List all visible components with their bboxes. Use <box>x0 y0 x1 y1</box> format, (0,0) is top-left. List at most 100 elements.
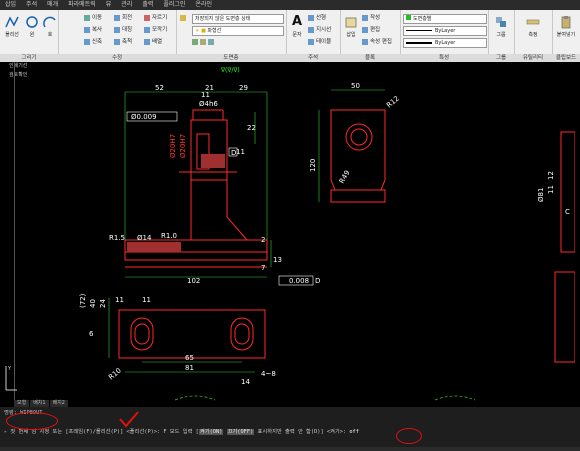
lineweight-combo-label: ByLayer <box>435 40 456 46</box>
create-block-icon <box>362 14 368 21</box>
dim-24: 24 <box>99 299 107 308</box>
drawing-canvas[interactable]: 인쇄기선 검토확인 ∇(∇/∇) 52 21 29 11 Ø4h6 22 11 … <box>0 62 580 407</box>
ribbon-panel: 폴리선 원 호 그리기 이동 회전 자르기 복사 대칭 모깍기 신축 축척 배열… <box>0 10 580 62</box>
layer-state-combo[interactable]: 저장되지 않은 도면층 상태 <box>192 14 284 24</box>
draw-group: 폴리선 원 호 그리기 <box>0 10 59 62</box>
ribbon-tab-parametric[interactable]: 파라메트릭 <box>63 0 101 10</box>
polyline-button[interactable]: 폴리선 <box>2 13 22 49</box>
measure-icon <box>526 19 540 25</box>
ribbon-tab-annotate[interactable]: 주석 <box>21 0 42 10</box>
dim-20h7b: Ø20H7 <box>179 134 187 158</box>
stretch-button[interactable]: 신축 <box>84 38 102 47</box>
table-button[interactable]: 테이블 <box>308 38 331 47</box>
command-input[interactable]: off <box>349 429 359 435</box>
dim-14-bottom: 14 <box>241 378 250 386</box>
mirror-button[interactable]: 대칭 <box>114 26 132 35</box>
flatness-datum: D <box>315 277 320 285</box>
ribbon-tab-insert[interactable]: 삽입 <box>0 0 21 10</box>
leader-icon <box>308 26 314 33</box>
dim-r10-bottom: R10 <box>107 367 123 382</box>
command-line[interactable]: ▸ 첫 번째 점 지정 또는 [프레임(F)/폴리선(P)] <폴리선(P)>:… <box>0 417 580 447</box>
layer-tools-row[interactable] <box>192 38 216 47</box>
trim-button[interactable]: 자르기 <box>144 14 167 23</box>
dim-13: 13 <box>273 256 282 264</box>
dim-7: 7 <box>261 264 265 272</box>
paste-button[interactable]: 붙여넣기 <box>556 13 576 49</box>
array-label: 배열 <box>152 39 163 45</box>
dim-102: 102 <box>187 277 200 285</box>
command-prompt: ▸ 첫 번째 점 지정 또는 [프레임(F)/폴리선(P)] <폴리선(P)>:… <box>4 427 359 435</box>
insert-block-label: 삽입 <box>346 32 356 38</box>
dim-14: Ø14 <box>137 234 152 242</box>
dim-50: 50 <box>351 82 360 90</box>
ribbon-tab-param[interactable]: 매개 <box>42 0 63 10</box>
dim-81: 81 <box>185 364 194 372</box>
attr-edit-button[interactable]: 속성 편집 <box>362 38 392 47</box>
current-layer-combo[interactable]: ☀ ■ 파형선 <box>192 26 284 36</box>
dim-r49: R49 <box>338 169 352 185</box>
attr-edit-icon <box>362 38 368 45</box>
dim-r10: R1.0 <box>161 232 177 240</box>
dim-81-right: Ø81 <box>537 188 545 202</box>
dim-linear-icon <box>308 14 314 21</box>
insert-block-button[interactable]: 삽입 <box>341 13 361 49</box>
fillet-icon <box>144 26 150 33</box>
ribbon-tab-view[interactable]: 뷰 <box>101 0 117 10</box>
model-viewport[interactable]: ∇(∇/∇) 52 21 29 11 Ø4h6 22 11 Ø0.009 D Ø… <box>14 62 576 407</box>
right-view <box>554 131 576 363</box>
text-button[interactable]: A 문자 <box>287 13 307 49</box>
polyline-label: 폴리선 <box>5 32 19 38</box>
layout-tab-model[interactable]: 모형 <box>14 400 30 407</box>
insert-block-icon <box>345 17 357 28</box>
text-icon: A <box>291 14 303 29</box>
lineweight-sample-icon <box>406 41 432 44</box>
option-off[interactable]: 끄기(OFF) <box>226 429 255 435</box>
leader-button[interactable]: 지시선 <box>308 26 331 35</box>
scale-button[interactable]: 축척 <box>114 38 132 47</box>
dim-12-right: 12 <box>547 171 555 180</box>
dim-120: 120 <box>309 159 317 172</box>
annotation-circle-input <box>396 428 422 444</box>
circle-button[interactable]: 원 <box>22 13 42 49</box>
layer-properties-button[interactable] <box>180 14 188 23</box>
datum-d: D <box>231 149 236 157</box>
circle-icon <box>26 16 38 28</box>
layout-tab-1[interactable]: 배치1 <box>30 400 49 407</box>
arc-button[interactable]: 호 <box>40 13 60 49</box>
dim-r15: R1.5 <box>109 234 125 242</box>
dim-linear-button[interactable]: 선형 <box>308 14 326 23</box>
dim-52: 52 <box>155 84 164 92</box>
clipboard-group: 붙여넣기 클립보드 <box>552 10 580 62</box>
copy-button[interactable]: 복사 <box>84 26 102 35</box>
dim-6: 6 <box>89 330 94 338</box>
utilities-group: 측정 유틸리티 <box>514 10 553 62</box>
properties-group: 도면층별 ByLayer ByLayer 특성 <box>400 10 489 62</box>
ribbon-tab-manage[interactable]: 관리 <box>116 0 137 10</box>
measure-button[interactable]: 측정 <box>523 13 543 49</box>
layer-properties-icon <box>180 14 186 21</box>
dim-11b-bottom: 11 <box>142 296 151 304</box>
option-on[interactable]: 켜기(ON) <box>198 429 224 435</box>
properties-group-label: 특성 <box>400 54 488 62</box>
edit-block-button[interactable]: 편집 <box>362 26 380 35</box>
move-button[interactable]: 이동 <box>84 14 102 23</box>
linetype-combo[interactable]: ByLayer <box>403 26 487 36</box>
ribbon-tab-online[interactable]: 온라인 <box>190 0 217 10</box>
stretch-label: 신축 <box>92 39 103 45</box>
create-block-button[interactable]: 작성 <box>362 14 380 23</box>
ribbon-tab-output[interactable]: 출력 <box>137 0 158 10</box>
group-button[interactable]: 그룹 <box>491 13 511 49</box>
array-button[interactable]: 배열 <box>144 38 162 47</box>
side-dim-lines <box>318 89 385 202</box>
dim-4-8: 4~8 <box>261 370 276 378</box>
color-combo[interactable]: 도면층별 <box>403 14 487 24</box>
layout-tab-2[interactable]: 배치2 <box>49 400 68 407</box>
layers-group-label: 도면층 <box>176 54 286 62</box>
rotate-button[interactable]: 회전 <box>114 14 132 23</box>
layers-group: 저장되지 않은 도면층 상태 ☀ ■ 파형선 도면층 <box>176 10 287 62</box>
dim-r12: R12 <box>385 95 401 110</box>
lineweight-combo[interactable]: ByLayer <box>403 38 487 48</box>
fillet-button[interactable]: 모깍기 <box>144 26 167 35</box>
ribbon-tab-plugins[interactable]: 플러그인 <box>158 0 190 10</box>
group-label: 그룹 <box>496 32 506 38</box>
